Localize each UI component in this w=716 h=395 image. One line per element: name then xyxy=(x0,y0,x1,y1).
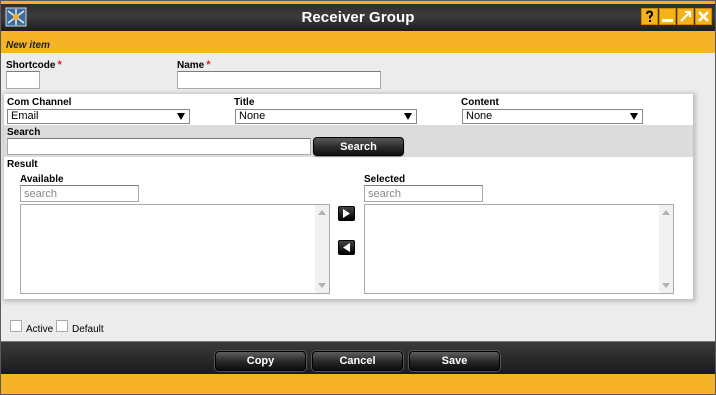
active-checkbox[interactable] xyxy=(10,320,22,332)
required-marker: * xyxy=(206,59,211,71)
search-input[interactable] xyxy=(7,138,311,155)
scrollbar[interactable] xyxy=(659,205,673,293)
content-label: Content xyxy=(461,97,499,108)
bottom-strip xyxy=(1,374,715,394)
footer-bar: Copy Cancel Save xyxy=(1,341,715,374)
result-label: Result xyxy=(7,159,38,170)
move-left-icon xyxy=(343,243,350,252)
maximize-icon[interactable] xyxy=(677,8,694,25)
window-controls xyxy=(641,8,712,25)
item-fields: Shortcode * Name * xyxy=(1,53,715,93)
copy-button[interactable]: Copy xyxy=(215,351,306,371)
com-channel-label: Com Channel xyxy=(7,97,72,108)
receiver-selection-panel: Com Channel Email Title None Content Non… xyxy=(4,94,693,299)
available-search-input[interactable] xyxy=(20,185,139,202)
scroll-up-icon[interactable] xyxy=(318,210,326,215)
section-header: New item xyxy=(1,31,715,53)
save-button[interactable]: Save xyxy=(409,351,500,371)
shortcode-label: Shortcode * xyxy=(6,59,62,71)
available-list[interactable] xyxy=(20,204,330,294)
chevron-down-icon xyxy=(630,113,638,120)
active-label: Active xyxy=(26,324,54,335)
com-channel-select[interactable]: Email xyxy=(7,109,190,124)
required-marker: * xyxy=(57,59,62,71)
section-label: New item xyxy=(6,40,50,51)
content-select[interactable]: None xyxy=(462,109,643,124)
available-label: Available xyxy=(20,174,64,185)
move-left-button[interactable] xyxy=(338,240,355,255)
scrollbar[interactable] xyxy=(315,205,329,293)
scroll-down-icon[interactable] xyxy=(662,283,670,288)
move-right-icon xyxy=(343,209,350,218)
title-bar[interactable]: Receiver Group xyxy=(1,1,715,31)
receiver-group-window: Receiver Group New item Shortcode * Name * xyxy=(0,0,716,395)
title-label: Title xyxy=(234,97,255,108)
selected-search-input[interactable] xyxy=(364,185,483,202)
help-icon[interactable] xyxy=(641,8,658,25)
name-label: Name * xyxy=(177,59,211,71)
scroll-up-icon[interactable] xyxy=(662,210,670,215)
selected-list[interactable] xyxy=(364,204,674,294)
default-label: Default xyxy=(72,324,104,335)
search-band: Search Search xyxy=(4,125,693,157)
default-checkbox[interactable] xyxy=(56,320,68,332)
search-label: Search xyxy=(7,127,41,138)
name-field[interactable] xyxy=(177,71,381,89)
move-right-button[interactable] xyxy=(338,206,355,221)
close-icon[interactable] xyxy=(695,8,712,25)
window-title: Receiver Group xyxy=(301,9,415,26)
scroll-down-icon[interactable] xyxy=(318,283,326,288)
cancel-button[interactable]: Cancel xyxy=(312,351,403,371)
selected-label: Selected xyxy=(364,174,406,185)
chevron-down-icon xyxy=(404,113,412,120)
shortcode-field[interactable] xyxy=(6,71,40,89)
minimize-icon[interactable] xyxy=(659,8,676,25)
chevron-down-icon xyxy=(177,113,185,120)
title-select[interactable]: None xyxy=(235,109,417,124)
search-button[interactable]: Search xyxy=(313,137,404,156)
